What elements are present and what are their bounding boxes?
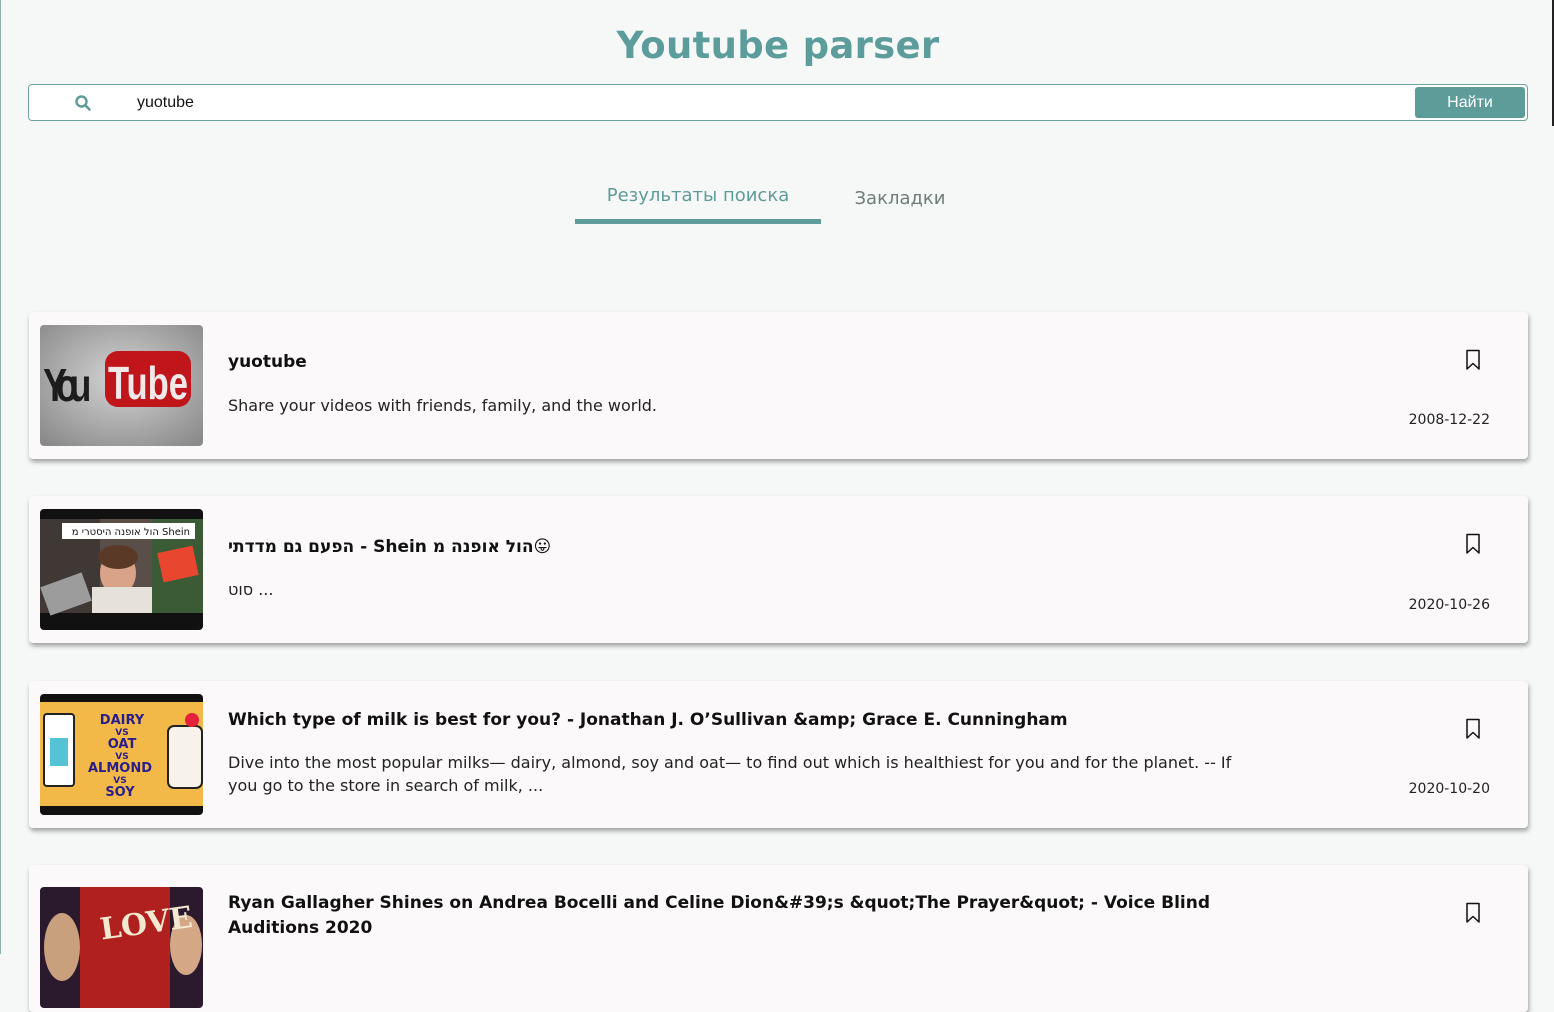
bookmark-outline-icon[interactable] bbox=[1465, 349, 1481, 371]
result-title[interactable]: Which type of milk is best for you? - Jo… bbox=[228, 708, 1238, 733]
video-thumbnail[interactable]: DAIRY VS OAT VS ALMOND VS SOY bbox=[40, 694, 203, 815]
tab-bookmarks[interactable]: Закладки bbox=[841, 178, 959, 209]
video-thumbnail[interactable]: הול אופנה היסטרי מ Shein bbox=[40, 509, 203, 630]
result-description: Dive into the most popular milks— dairy,… bbox=[228, 753, 1232, 795]
thumbnail-caption: SOY bbox=[105, 785, 135, 800]
thumbnail-caption: OAT bbox=[108, 737, 137, 752]
thumbnail-caption: ALMOND bbox=[88, 761, 152, 776]
bookmark-outline-icon[interactable] bbox=[1465, 718, 1481, 740]
result-description: סוט ... bbox=[228, 580, 274, 599]
svg-text:Tube: Tube bbox=[108, 357, 188, 409]
app-title: Youtube parser bbox=[616, 24, 940, 67]
result-card: DAIRY VS OAT VS ALMOND VS SOY Which type… bbox=[29, 681, 1528, 828]
tabs: Результаты поиска Закладки bbox=[1, 178, 1554, 228]
result-title[interactable]: yuotube bbox=[228, 350, 1238, 375]
result-date: 2020-10-26 bbox=[1408, 597, 1490, 613]
result-description: Share your videos with friends, family, … bbox=[228, 396, 658, 415]
result-card: LOVE Ryan Gallagher Shines on Andrea Boc… bbox=[29, 865, 1528, 1012]
result-card: הול אופנה היסטרי מ Shein הפעם גם מדדתי -… bbox=[29, 496, 1528, 643]
result-title[interactable]: הפעם גם מדדתי - Shein הול אופנה מ😛 bbox=[228, 535, 1238, 560]
video-thumbnail[interactable]: You Tube bbox=[40, 325, 203, 446]
result-card: You Tube yuotube Share your videos with … bbox=[29, 312, 1528, 459]
search-button[interactable]: Найти bbox=[1415, 87, 1525, 118]
search-icon bbox=[74, 94, 92, 112]
svg-text:You: You bbox=[43, 360, 91, 411]
result-date: 2008-12-22 bbox=[1408, 412, 1490, 428]
result-date: 2020-10-20 bbox=[1408, 781, 1490, 797]
bookmark-outline-icon[interactable] bbox=[1465, 533, 1481, 555]
bookmark-outline-icon[interactable] bbox=[1465, 902, 1481, 924]
thumbnail-caption: הול אופנה היסטרי מ Shein bbox=[72, 527, 190, 538]
video-thumbnail[interactable]: LOVE bbox=[40, 887, 203, 1008]
result-title[interactable]: Ryan Gallagher Shines on Andrea Bocelli … bbox=[228, 891, 1238, 941]
tab-search-results[interactable]: Результаты поиска bbox=[575, 178, 821, 224]
search-input[interactable] bbox=[129, 89, 1397, 116]
search-bar: Найти bbox=[28, 84, 1528, 121]
thumbnail-caption: DAIRY bbox=[100, 713, 145, 728]
